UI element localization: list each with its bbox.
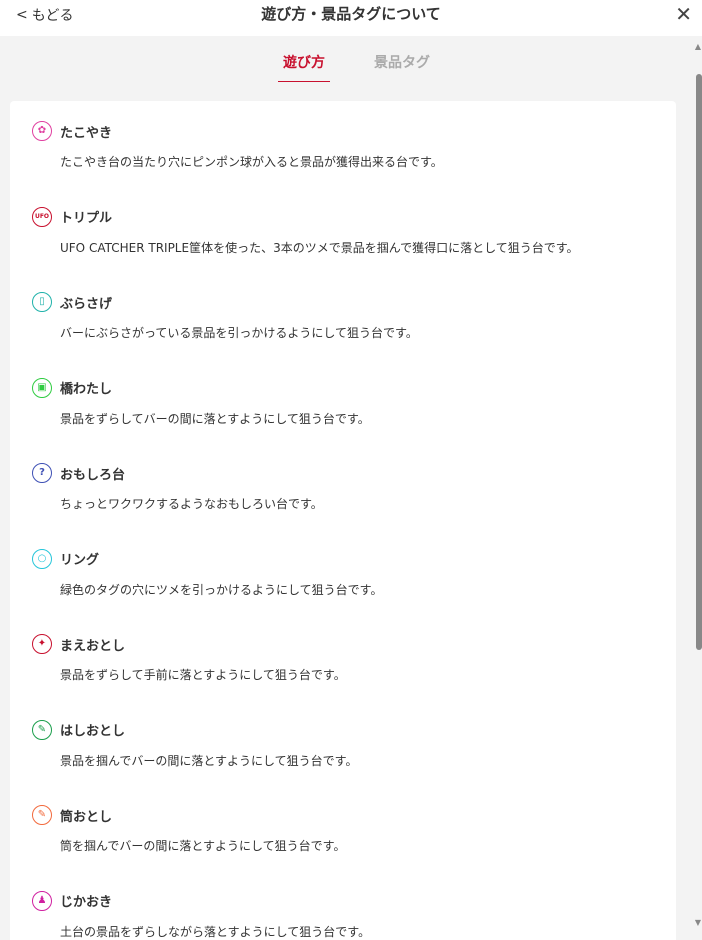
ring-icon: ○ (32, 548, 52, 569)
play-style-list: ✿ たこやきたこやき台の当たり穴にピンポン球が入ると景品が獲得出来る台です。 UFO… (10, 101, 676, 940)
list-item-description: 景品を掴んでバーの間に落とすようにして狙う台です。 (60, 753, 358, 768)
scroll-down-icon[interactable]: ▼ (694, 918, 702, 927)
list-item: UFO トリプル UFO CATCHER TRIPLE筐体を使った、3本のツメで景品… (10, 187, 676, 273)
takoyaki-icon: ✿ (32, 121, 52, 141)
list-item: ✦ まえおとし景品をずらして手前に落とすようにして狙う台です。 (10, 614, 676, 700)
scrollbar-thumb[interactable] (696, 74, 702, 650)
list-item-description: 景品をずらしてバーの間に落とすようにして狙う台です。 (60, 411, 370, 426)
list-item-header: ▯ ぶらさげ (32, 292, 112, 312)
list-item-description: 景品をずらして手前に落とすようにして狙う台です。 (60, 668, 346, 682)
list-item-header: ✎ はしおとし (32, 719, 126, 740)
list-item-name: じかおき (60, 895, 113, 910)
list-item-name: 橋わたし (60, 382, 113, 397)
list-item-name: たこやき (60, 125, 113, 141)
list-item-description: UFO CATCHER TRIPLE筐体を使った、3本のツメで景品を掴んで獲得口… (60, 240, 579, 255)
list-item: ✎ はしおとし景品を掴んでバーの間に落とすようにして狙う台です。 (10, 700, 676, 786)
bridge-icon: ▣ (32, 377, 52, 398)
list-item-header: ✿ たこやき (32, 121, 112, 141)
list-item-description: 筒を掴んでバーの間に落とすようにして狙う台です。 (60, 839, 346, 853)
list-item-name: まえおとし (60, 638, 126, 654)
list-item-description: 土台の景品をずらしながら落とすようにして狙う台です。 (60, 924, 371, 939)
list-item-name: はしおとし (60, 724, 126, 739)
list-item: ✎ 筒おとし筒を掴んでバーの間に落とすようにして狙う台です。 (10, 785, 676, 871)
list-item-name: トリプル (60, 211, 113, 226)
scroll-up-icon[interactable]: ▲ (694, 42, 702, 51)
list-item-header: ♟ じかおき (32, 890, 113, 911)
list-item: ○ リング緑色のタグの穴にツメを引っかけるようにして狙う台です。 (10, 529, 676, 615)
direct-place-icon: ♟ (32, 890, 52, 911)
list-item-description: バーにぶらさがっている景品を引っかけるようにして狙う台です。 (60, 326, 418, 340)
list-item: ? おもしろ台ちょっとワクワクするようなおもしろい台です。 (10, 443, 676, 529)
tab-how-to-play[interactable]: 遊び方 (278, 52, 330, 82)
list-item-description: ちょっとワクワクするようなおもしろい台です。 (60, 497, 323, 511)
front-drop-icon: ✦ (32, 634, 52, 654)
list-item-description: たこやき台の当たり穴にピンポン球が入ると景品が獲得出来る台です。 (60, 155, 443, 169)
list-item-name: ぶらさげ (60, 296, 113, 312)
ufo-triple-icon: UFO (32, 206, 52, 227)
fun-icon: ? (32, 463, 52, 483)
list-item: ♟ じかおき土台の景品をずらしながら落とすようにして狙う台です。 (10, 871, 676, 940)
list-item: ✿ たこやきたこやき台の当たり穴にピンポン球が入ると景品が獲得出来る台です。 (10, 101, 676, 187)
page-title: 遊び方・景品タグについて (261, 5, 441, 23)
list-item-name: リング (60, 553, 100, 568)
close-icon[interactable]: ✕ (675, 2, 692, 26)
edge-drop-icon: ✎ (32, 719, 52, 740)
tab-bar: 遊び方 景品タグ (0, 36, 694, 94)
tab-prize-tags[interactable]: 景品タグ (372, 52, 432, 72)
list-item-description: 緑色のタグの穴にツメを引っかけるようにして狙う台です。 (60, 582, 383, 597)
list-item: ▣ 橋わたし景品をずらしてバーの間に落とすようにして狙う台です。 (10, 358, 676, 444)
list-item-name: おもしろ台 (60, 467, 126, 483)
top-bar: < もどる 遊び方・景品タグについて ✕ (0, 0, 702, 36)
list-item-header: UFO トリプル (32, 206, 113, 227)
list-item-header: ✎ 筒おとし (32, 805, 112, 825)
list-item-header: ✦ まえおとし (32, 634, 125, 654)
tube-drop-icon: ✎ (32, 805, 52, 825)
list-item-header: ? おもしろ台 (32, 463, 125, 483)
list-item-header: ▣ 橋わたし (32, 377, 113, 398)
list-item: ▯ ぶらさげバーにぶらさがっている景品を引っかけるようにして狙う台です。 (10, 272, 676, 358)
list-item-name: 筒おとし (60, 809, 113, 825)
list-item-header: ○ リング (32, 548, 100, 569)
hanging-icon: ▯ (32, 292, 52, 312)
